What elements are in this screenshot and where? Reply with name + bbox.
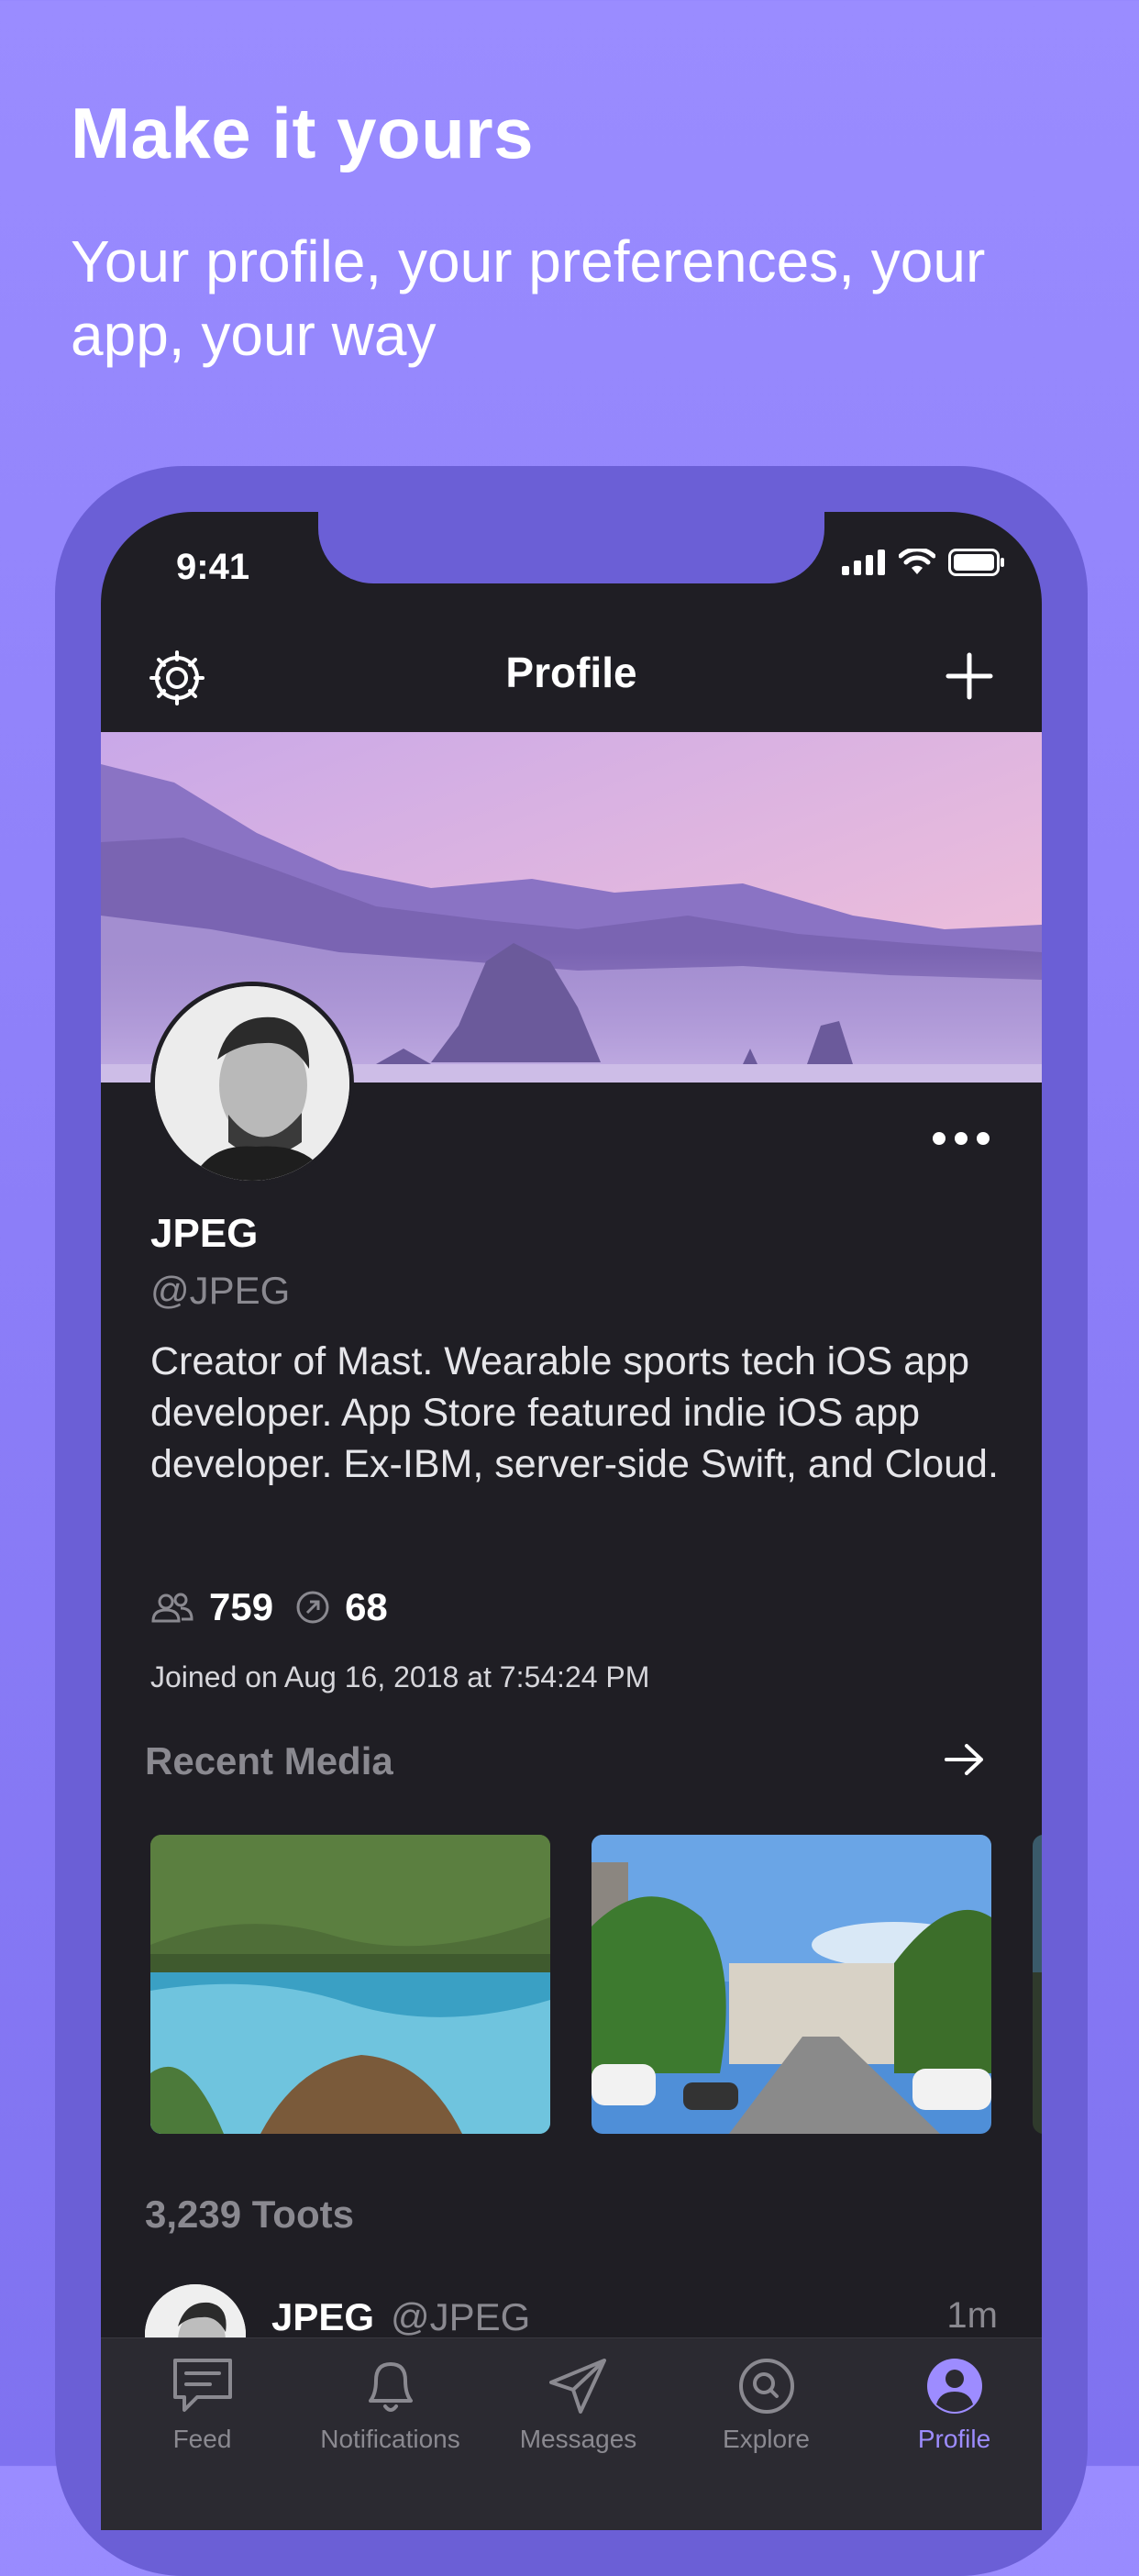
- battery-icon: [948, 549, 1004, 576]
- wifi-icon: [899, 549, 935, 574]
- bell-icon: [368, 2362, 413, 2412]
- tab-label: Profile: [917, 2425, 991, 2453]
- search-icon: [738, 2359, 794, 2414]
- avatar-photo: [155, 986, 349, 1181]
- partial-photo: [1033, 1835, 1042, 2134]
- navigation-bar: Profile: [101, 622, 1042, 732]
- media-thumbnail[interactable]: [1033, 1835, 1042, 2134]
- dot: [933, 1132, 945, 1145]
- profile-display-name: JPEG: [150, 1211, 259, 1256]
- tab-bar: Feed Notifications Messages Explore Prof…: [101, 2337, 1042, 2530]
- status-time: 9:41: [176, 547, 250, 587]
- tab-explore[interactable]: Explore: [672, 2355, 860, 2454]
- following-icon: [296, 1591, 329, 1624]
- dot: [977, 1132, 990, 1145]
- joined-date: Joined on Aug 16, 2018 at 7:54:24 PM: [150, 1660, 650, 1693]
- page-title: Profile: [505, 649, 637, 696]
- plus-icon[interactable]: [943, 650, 996, 703]
- cellular-signal-icon: [842, 550, 885, 575]
- more-options-button[interactable]: [928, 1125, 994, 1152]
- promo-subline: Your profile, your preferences, your app…: [71, 228, 986, 368]
- dot: [955, 1132, 968, 1145]
- profile-stats: 759 68: [150, 1585, 388, 1629]
- post-timestamp: 1m: [946, 2295, 998, 2336]
- promo-headline: Make it yours: [71, 93, 535, 173]
- waterfall-photo: [150, 1835, 550, 2134]
- feed-icon: [172, 2359, 232, 2412]
- post-author-name[interactable]: JPEG: [271, 2295, 374, 2339]
- followers-icon: [151, 1593, 194, 1623]
- following-count[interactable]: 68: [345, 1585, 388, 1629]
- media-thumbnail[interactable]: [150, 1835, 550, 2134]
- media-thumbnail[interactable]: [592, 1835, 991, 2134]
- profile-avatar[interactable]: [150, 982, 354, 1185]
- toots-count: 3,239 Toots: [145, 2193, 354, 2236]
- street-photo: [592, 1835, 991, 2134]
- tab-messages[interactable]: Messages: [484, 2355, 672, 2454]
- profile-bio: Creator of Mast. Wearable sports tech iO…: [150, 1339, 999, 1486]
- profile-handle: @JPEG: [150, 1269, 291, 1312]
- profile-icon: [926, 2359, 982, 2414]
- tab-label: Notifications: [320, 2425, 460, 2453]
- recent-media-title: Recent Media: [145, 1739, 393, 1782]
- device-notch: [318, 512, 824, 583]
- tab-label: Messages: [519, 2425, 637, 2453]
- tab-profile[interactable]: Profile: [860, 2355, 1042, 2454]
- tab-notifications[interactable]: Notifications: [296, 2355, 484, 2454]
- arrow-right-icon[interactable]: [943, 1741, 987, 1778]
- tab-label: Explore: [723, 2425, 810, 2453]
- paper-plane-icon: [548, 2359, 606, 2414]
- tab-feed[interactable]: Feed: [108, 2355, 296, 2454]
- tab-label: Feed: [172, 2425, 232, 2453]
- post-author-handle: @JPEG: [391, 2295, 531, 2338]
- phone-screen: 9:41 Profile JPEG @JPEG Creator of Mast.…: [101, 512, 1042, 2530]
- followers-count[interactable]: 759: [209, 1585, 273, 1629]
- status-icons: [842, 549, 1005, 576]
